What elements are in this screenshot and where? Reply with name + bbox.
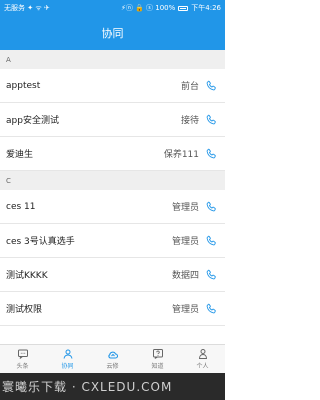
contact-row[interactable]: 测试权限 管理员 bbox=[0, 292, 225, 326]
page-title: 协同 bbox=[101, 27, 124, 40]
contact-role: 前台 bbox=[180, 82, 199, 92]
contact-row-right: 管理员 bbox=[172, 200, 217, 213]
contact-name: app安全测试 bbox=[6, 116, 59, 126]
tab-label: 个人 bbox=[196, 363, 209, 370]
tab-4[interactable]: 个人 bbox=[180, 348, 225, 370]
contact-row[interactable]: ces 3号认真选手 管理员 bbox=[0, 224, 225, 258]
chat-icon bbox=[17, 348, 29, 360]
contact-row-right: 保养111 bbox=[164, 147, 217, 160]
phone-icon[interactable] bbox=[205, 80, 217, 92]
tab-label: 头条 bbox=[16, 363, 29, 370]
status-time: 下午4:26 bbox=[191, 4, 221, 12]
contact-name: ces 11 bbox=[6, 201, 36, 212]
tab-label: 知道 bbox=[151, 363, 164, 370]
contact-row[interactable]: ces 11 管理员 bbox=[0, 190, 225, 224]
contact-role: 数据四 bbox=[171, 271, 199, 281]
tab-3[interactable]: 知道 bbox=[135, 348, 180, 370]
phone-icon[interactable] bbox=[205, 235, 217, 247]
tab-2[interactable]: 云修 bbox=[90, 348, 135, 370]
phone-icon[interactable] bbox=[205, 148, 217, 160]
status-left: 无服务 ✦ ᯤ ✈ bbox=[4, 3, 50, 13]
contact-role: 管理员 bbox=[171, 305, 199, 315]
section-letter: A bbox=[6, 55, 11, 64]
contact-row-right: 数据四 bbox=[172, 268, 217, 281]
contact-name: 测试权限 bbox=[6, 305, 43, 315]
contact-row-right: 前台 bbox=[181, 79, 217, 92]
tab-label: 协同 bbox=[61, 363, 74, 370]
watermark-banner: 寰曦乐下载 · CXLEDU.COM bbox=[0, 373, 225, 400]
contact-row-right: 管理员 bbox=[172, 302, 217, 315]
section-header-c: C bbox=[0, 171, 225, 190]
section-header-a: A bbox=[0, 50, 225, 69]
battery-icon bbox=[178, 5, 189, 11]
contact-role: 管理员 bbox=[171, 237, 199, 247]
question-icon bbox=[152, 348, 164, 360]
contact-row[interactable]: 爱迪生 保养111 bbox=[0, 137, 225, 171]
contact-role: 接待 bbox=[180, 116, 199, 126]
cloud-icon bbox=[107, 348, 119, 360]
carrier-status: 无服务 ✦ ᯤ ✈ bbox=[4, 4, 50, 12]
status-right: ⚡ⓝ 🔒 ⓢ 100% 下午4:26 bbox=[121, 3, 221, 13]
contact-row-right: 管理员 bbox=[172, 234, 217, 247]
phone-icon[interactable] bbox=[205, 303, 217, 315]
person-icon bbox=[197, 348, 209, 360]
contact-name: 测试KKKK bbox=[6, 271, 48, 281]
contact-list[interactable]: Aapptest 前台 app安全测试 接待 爱迪生 保养111 Cces 11 管理员 ces… bbox=[0, 50, 225, 344]
phone-icon[interactable] bbox=[205, 114, 217, 126]
bottom-tab-bar: 头条 协同 云修 知道 个人 bbox=[0, 344, 225, 373]
contact-row[interactable]: apptest 前台 bbox=[0, 69, 225, 103]
contact-row[interactable]: 测试KKKK 数据四 bbox=[0, 258, 225, 292]
tab-1[interactable]: 协同 bbox=[45, 348, 90, 370]
contact-name: apptest bbox=[6, 80, 41, 91]
contact-role: 保养111 bbox=[163, 150, 199, 160]
title-bar: 协同 bbox=[0, 16, 225, 50]
contact-name: 爱迪生 bbox=[6, 150, 34, 160]
watermark-text: 寰曦乐下载 · CXLEDU.COM bbox=[2, 380, 173, 394]
contact-name: ces 3号认真选手 bbox=[6, 237, 75, 247]
tab-0[interactable]: 头条 bbox=[0, 348, 45, 370]
contact-role: 管理员 bbox=[171, 203, 199, 213]
status-bar: 无服务 ✦ ᯤ ✈ ⚡ⓝ 🔒 ⓢ 100% 下午4:26 bbox=[0, 0, 225, 16]
user-icon bbox=[62, 348, 74, 360]
phone-icon[interactable] bbox=[205, 201, 217, 213]
tab-label: 云修 bbox=[106, 363, 119, 370]
contact-row-right: 接待 bbox=[181, 113, 217, 126]
phone-icon[interactable] bbox=[205, 269, 217, 281]
section-letter: C bbox=[6, 176, 11, 185]
status-icons: ⚡ⓝ 🔒 ⓢ 100% bbox=[120, 4, 176, 12]
contact-row[interactable]: app安全测试 接待 bbox=[0, 103, 225, 137]
